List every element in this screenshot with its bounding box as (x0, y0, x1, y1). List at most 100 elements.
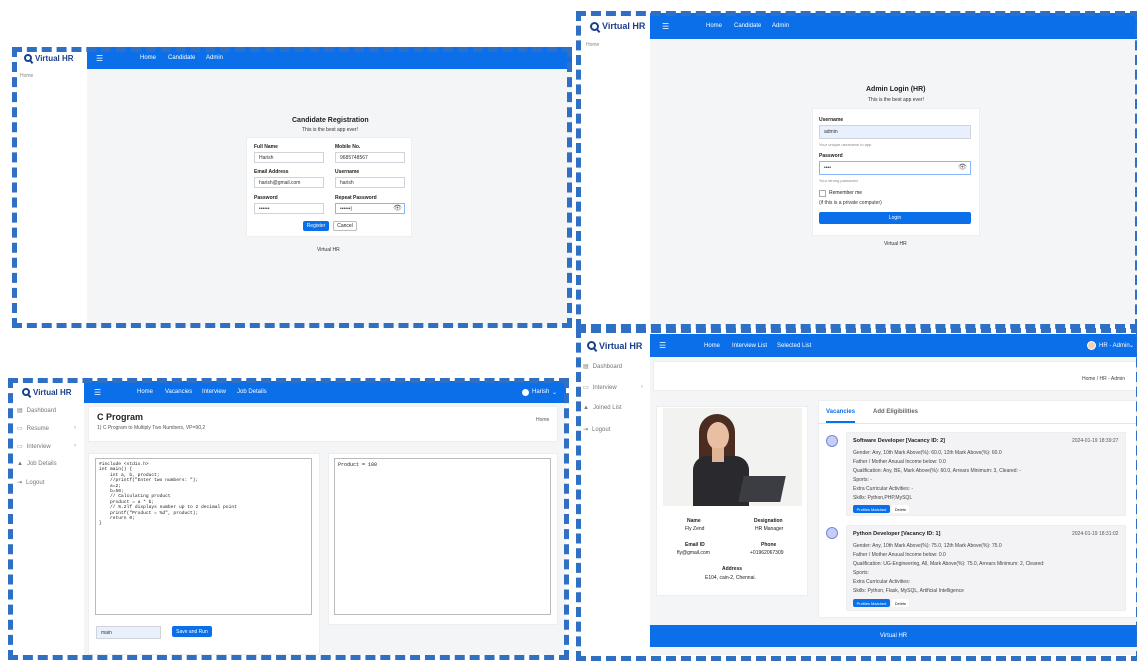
source-code-editor[interactable]: #include <stdio.h> int main() { int a, b… (95, 458, 312, 615)
designation-value: HR Manager (755, 526, 784, 532)
designation-label: Designation (754, 518, 783, 524)
register-button[interactable]: Register (303, 221, 329, 231)
brand-name: Virtual HR (599, 340, 643, 351)
vacancy-detail: Gender: Any, 10th Mark Above(%): 75.0, 1… (853, 543, 1002, 549)
sidebar-item-dashboard[interactable]: ▤ Dashboard (583, 363, 622, 371)
logo[interactable]: Virtual HR (578, 13, 650, 39)
sidebar-item-logout[interactable]: ⇥ Logout (17, 479, 44, 487)
magnifier-icon (22, 388, 30, 396)
sidebar-item-interview[interactable]: ▭ Interview (17, 443, 51, 451)
eye-icon[interactable]: 👁 (958, 163, 967, 171)
nav-home[interactable]: Home (706, 23, 722, 29)
email-label: Email Address (254, 169, 289, 175)
menu-icon[interactable]: ☰ (662, 22, 669, 31)
top-navbar: ☰ Home Vacancies Interview Job Details H… (10, 381, 566, 403)
breadcrumb[interactable]: Home (536, 417, 549, 423)
vacancy-icon (826, 435, 838, 447)
mobile-input[interactable]: 9685748567 (335, 152, 405, 163)
sidebar-item-job-details[interactable]: ▲ Job Details (17, 461, 57, 467)
menu-icon[interactable]: ☰ (659, 341, 666, 350)
email-input[interactable]: harish@gmail.com (254, 177, 324, 188)
vacancy-detail: Skills: Python,PHP,MySQL (853, 495, 913, 501)
address-value: E104, cain-2, Chennai. (705, 575, 756, 581)
password-input[interactable]: •••• (819, 161, 971, 175)
page-title: Admin Login (HR) (866, 86, 926, 93)
sidebar-home[interactable]: Home (586, 42, 599, 48)
fullname-input[interactable]: Harish (254, 152, 324, 163)
nav-job-details[interactable]: Job Details (237, 389, 267, 395)
phone-label: Phone (761, 542, 777, 548)
resume-icon: ▭ (17, 426, 23, 432)
delete-button[interactable]: Delete (892, 599, 909, 607)
sidebar-item-logout[interactable]: ⇥ Logout (583, 426, 610, 434)
profiles-matched-button[interactable]: Profiles Matched (853, 599, 890, 607)
program-title: C Program (97, 412, 144, 422)
sidebar-home[interactable]: Home (20, 73, 33, 79)
password-hint: Your strong password (819, 178, 858, 183)
magnifier-icon (24, 54, 32, 62)
nav-selected-list[interactable]: Selected List (777, 343, 811, 349)
sidebar: Home (12, 69, 87, 327)
nav-home[interactable]: Home (137, 389, 153, 395)
user-avatar[interactable] (522, 388, 529, 396)
nav-candidate[interactable]: Candidate (168, 55, 195, 61)
nav-admin[interactable]: Admin (206, 55, 223, 61)
username-hint: Your unique username to app (819, 142, 872, 147)
logo[interactable]: Virtual HR (10, 381, 84, 403)
footer-text: Virtual HR (884, 241, 907, 247)
top-navbar: ☰ Home Interview List Selected List HR -… (579, 334, 1137, 357)
code-editor-screen: ☰ Home Vacancies Interview Job Details H… (10, 381, 566, 655)
nav-home[interactable]: Home (704, 343, 720, 349)
remember-checkbox[interactable] (819, 190, 826, 197)
user-menu[interactable]: HR - Admin (1099, 343, 1130, 349)
tab-vacancies[interactable]: Vacancies (826, 409, 856, 423)
tab-add-eligibilities[interactable]: Add Eligibilities (873, 409, 918, 415)
brand-name: Virtual HR (35, 53, 74, 63)
nav-interview-list[interactable]: Interview List (732, 343, 767, 349)
chevron-down-icon[interactable]: ⌄ (1129, 342, 1134, 349)
username-input[interactable]: harish (335, 177, 405, 188)
logo[interactable]: Virtual HR (12, 47, 87, 69)
save-and-run-button[interactable]: Save and Run (172, 626, 212, 637)
menu-icon[interactable]: ☰ (96, 54, 103, 63)
nav-home[interactable]: Home (140, 55, 156, 61)
breadcrumb[interactable]: Home / HR - Admin (1082, 376, 1125, 382)
private-note: (if this is a private computer) (819, 200, 882, 206)
dashboard-icon: ▤ (17, 408, 23, 414)
cancel-button[interactable]: Cancel (333, 221, 357, 231)
delete-button[interactable]: Delete (892, 505, 909, 513)
vacancy-detail: Gender: Any, 10th Mark Above(%): 60.0, 1… (853, 450, 1002, 456)
eye-icon[interactable]: 👁 (393, 204, 402, 212)
profiles-matched-button[interactable]: Profiles Matched (853, 505, 890, 513)
logo[interactable]: Virtual HR (579, 334, 650, 357)
logout-icon: ⇥ (17, 480, 23, 486)
dashboard-icon: ▤ (583, 364, 589, 370)
nav-interview[interactable]: Interview (202, 389, 226, 395)
username-input[interactable]: admin (819, 125, 971, 139)
vacancy-title: Python Developer [Vacancy ID: 1] (853, 531, 941, 537)
nav-candidate[interactable]: Candidate (734, 23, 761, 29)
sidebar-item-joined-list[interactable]: ▲ Joined List (583, 405, 622, 411)
username-label: Username (335, 169, 360, 175)
sidebar-item-resume[interactable]: ▭ Resume (17, 425, 49, 433)
sidebar-item-dashboard[interactable]: ▤ Dashboard (17, 407, 56, 415)
user-menu[interactable]: Harish (532, 389, 549, 395)
breadcrumb-bar (653, 361, 1137, 391)
password-input[interactable]: •••••• (254, 203, 324, 214)
sidebar-item-interview[interactable]: ▭ Interview (583, 384, 617, 392)
nav-vacancies[interactable]: Vacancies (165, 389, 192, 395)
chevron-down-icon[interactable]: ⌄ (552, 389, 557, 396)
vacancy-detail: Father / Mother Anuual Income below: 0.0 (853, 552, 946, 558)
name-value: Fly Zend (685, 526, 705, 532)
login-button[interactable]: Login (819, 212, 971, 224)
brand-name: Virtual HR (33, 387, 72, 397)
fullname-label: Full Name (254, 144, 278, 150)
menu-icon[interactable]: ☰ (94, 388, 101, 397)
user-avatar[interactable] (1087, 341, 1096, 350)
nav-admin[interactable]: Admin (772, 23, 789, 29)
hr-dashboard-screen: ☰ Home Interview List Selected List HR -… (579, 334, 1137, 655)
language-input[interactable]: main (96, 626, 161, 639)
address-label: Address (722, 566, 743, 572)
program-header (88, 406, 558, 442)
vacancy-date: 2024-01-19 18:39:27 (1072, 438, 1119, 444)
